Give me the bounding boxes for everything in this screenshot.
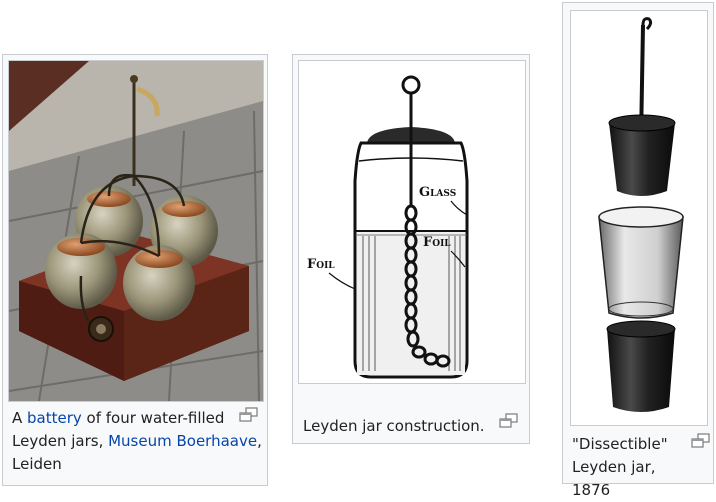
glass-label: Glass [419, 185, 456, 200]
figure-dissectible: "Dissectible" Leyden jar, 1876 [562, 2, 714, 499]
construction-diagram[interactable]: Glass Foil Foil [298, 60, 526, 384]
magnify-clip-icon[interactable] [499, 413, 519, 429]
museum-boerhaave-link[interactable]: Museum Boerhaave [108, 432, 257, 450]
dissectible-caption: "Dissectible" Leyden jar, 1876 [572, 435, 668, 499]
foil-label-left: Foil [307, 257, 335, 272]
caption-text: A [12, 409, 28, 427]
battery-image[interactable] [8, 60, 264, 402]
dissectible-image[interactable] [570, 10, 708, 426]
construction-caption: Leyden jar construction. [303, 417, 485, 435]
battery-caption: A battery of four water-filled Leyden ja… [12, 407, 262, 476]
foil-label-right: Foil [423, 235, 451, 250]
figure-battery: A battery of four water-filled Leyden ja… [2, 54, 268, 486]
magnify-clip-icon[interactable] [691, 433, 711, 449]
battery-link[interactable]: battery [27, 409, 82, 427]
figure-construction: Glass Foil Foil Leyden jar construction. [292, 54, 530, 444]
magnify-clip-icon[interactable] [239, 407, 259, 423]
